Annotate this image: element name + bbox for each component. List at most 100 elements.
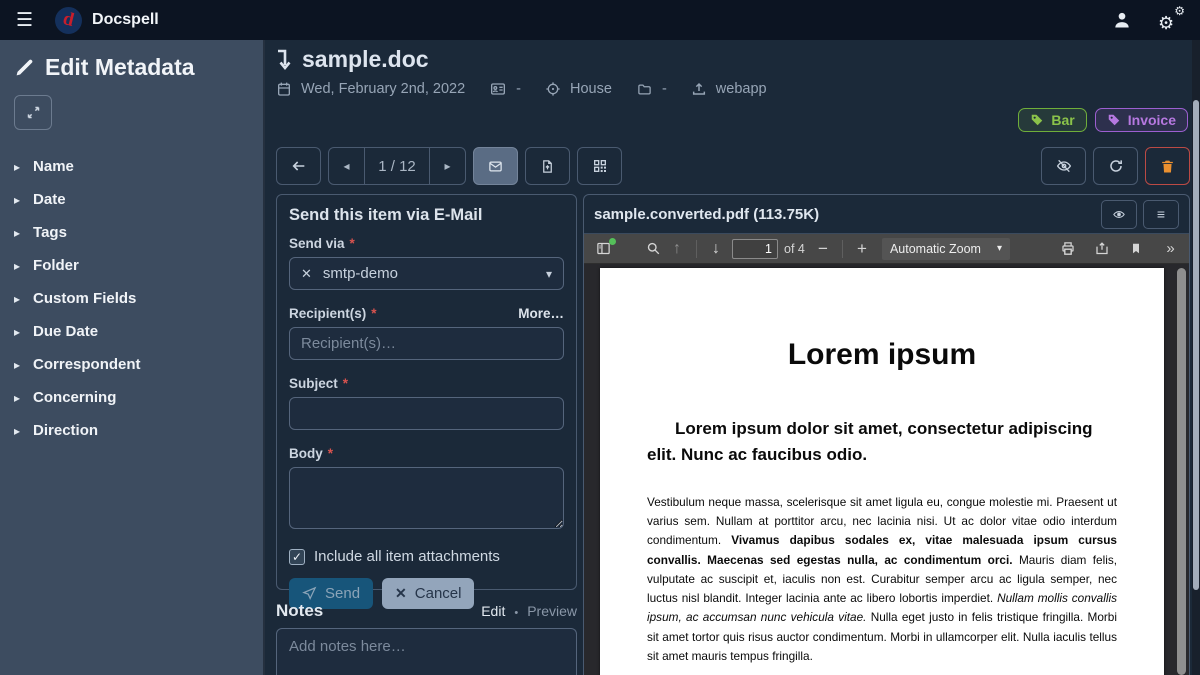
item-tags: Bar Invoice bbox=[1018, 108, 1188, 132]
sidebar-item-folder[interactable]: ▸Folder bbox=[14, 257, 249, 274]
arrow-left-icon bbox=[290, 158, 308, 174]
pdf-download-button[interactable] bbox=[1090, 237, 1114, 261]
sidebar-item-date[interactable]: ▸Date bbox=[14, 191, 249, 208]
id-card-icon bbox=[489, 81, 507, 97]
mail-form-title: Send this item via E-Mail bbox=[289, 206, 564, 225]
item-correspondent: - bbox=[516, 81, 521, 97]
sidebar-item-custom-fields[interactable]: ▸Custom Fields bbox=[14, 290, 249, 307]
pdf-page: Lorem ipsum Lorem ipsum dolor sit amet, … bbox=[600, 268, 1164, 675]
caret-right-icon: ▸ bbox=[14, 227, 20, 239]
pdf-page-input[interactable] bbox=[732, 239, 778, 259]
item-date: Wed, February 2nd, 2022 bbox=[301, 81, 465, 97]
attachments-checkbox[interactable]: ✓ bbox=[289, 549, 305, 565]
unconfirm-button[interactable] bbox=[1041, 147, 1086, 185]
pdf-prev-page-button[interactable]: ↑ bbox=[665, 237, 689, 261]
sidebar-item-direction[interactable]: ▸Direction bbox=[14, 422, 249, 439]
send-via-value: smtp-demo bbox=[323, 265, 398, 282]
top-bar: ☰ d Docspell ⚙⚙ bbox=[0, 0, 1200, 40]
sidebar-item-correspondent[interactable]: ▸Correspondent bbox=[14, 356, 249, 373]
notes-textarea[interactable]: Add notes here… bbox=[276, 628, 577, 675]
prev-page-button[interactable]: ◂ bbox=[329, 148, 365, 184]
attachment-view-button[interactable] bbox=[1101, 200, 1137, 229]
page-indicator: 1 / 12 bbox=[365, 148, 429, 184]
eye-slash-icon bbox=[1055, 158, 1073, 174]
settings-gears-icon[interactable]: ⚙⚙ bbox=[1158, 8, 1184, 32]
notification-dot bbox=[609, 238, 616, 245]
item-toolbar: ◂ 1 / 12 ▸ bbox=[276, 147, 622, 185]
expand-button[interactable] bbox=[14, 95, 52, 130]
pdf-bookmark-button[interactable] bbox=[1124, 237, 1148, 261]
pdf-zoom-in-button[interactable]: + bbox=[850, 237, 874, 261]
pdf-zoom-out-button[interactable]: − bbox=[811, 237, 835, 261]
hamburger-menu-icon[interactable]: ☰ bbox=[16, 9, 33, 32]
sidebar-item-concerning[interactable]: ▸Concerning bbox=[14, 389, 249, 406]
edit-metadata-sidebar: Edit Metadata ▸Name ▸Date ▸Tags ▸Folder … bbox=[0, 40, 265, 675]
pdf-print-button[interactable] bbox=[1056, 237, 1080, 261]
caret-right-icon: ▸ bbox=[14, 425, 20, 437]
sidebar-title: Edit Metadata bbox=[45, 54, 195, 81]
folder-icon bbox=[636, 82, 653, 97]
pdf-sidebar-toggle-button[interactable] bbox=[591, 237, 615, 261]
subject-input[interactable] bbox=[289, 397, 564, 430]
subject-label: Subject bbox=[289, 376, 338, 391]
back-button[interactable] bbox=[276, 147, 321, 185]
sidebar-item-due-date[interactable]: ▸Due Date bbox=[14, 323, 249, 340]
download-icon bbox=[1094, 241, 1110, 256]
tag-icon bbox=[1030, 113, 1044, 127]
qr-code-button[interactable] bbox=[577, 147, 622, 185]
send-via-label: Send via bbox=[289, 236, 345, 251]
calendar-icon bbox=[276, 81, 292, 97]
item-meta-row: Wed, February 2nd, 2022 - House - webapp bbox=[276, 81, 767, 97]
tag-bar[interactable]: Bar bbox=[1018, 108, 1086, 132]
item-toolbar-right bbox=[1041, 147, 1190, 185]
envelope-icon bbox=[487, 159, 504, 174]
attachment-menu-button[interactable]: ≡ bbox=[1143, 200, 1179, 229]
magnifier-icon bbox=[646, 241, 661, 256]
tag-invoice[interactable]: Invoice bbox=[1095, 108, 1188, 132]
sidebar-item-tags[interactable]: ▸Tags bbox=[14, 224, 249, 241]
add-files-button[interactable] bbox=[525, 147, 570, 185]
caret-right-icon: ▸ bbox=[14, 260, 20, 272]
document-lead-paragraph: Lorem ipsum dolor sit amet, consectetur … bbox=[647, 416, 1117, 467]
docspell-logo: d bbox=[55, 7, 82, 34]
paper-plane-icon bbox=[302, 586, 317, 601]
page-scrollbar[interactable] bbox=[1192, 40, 1200, 675]
pdf-zoom-select[interactable]: Automatic Zoom ▾ bbox=[882, 238, 1010, 260]
delete-button[interactable] bbox=[1145, 147, 1190, 185]
send-via-select[interactable]: ✕ smtp-demo ▾ bbox=[289, 257, 564, 290]
level-down-arrow-icon bbox=[276, 49, 293, 71]
send-mail-form: Send this item via E-Mail Send via* ✕ sm… bbox=[276, 194, 577, 590]
send-mail-button[interactable] bbox=[473, 147, 518, 185]
next-page-button[interactable]: ▸ bbox=[429, 148, 465, 184]
reprocess-button[interactable] bbox=[1093, 147, 1138, 185]
sidebar-item-name[interactable]: ▸Name bbox=[14, 158, 249, 175]
attachment-title: sample.converted.pdf (113.75K) bbox=[594, 206, 819, 223]
item-title-row: sample.doc bbox=[276, 46, 429, 73]
clear-selection-icon[interactable]: ✕ bbox=[301, 266, 312, 282]
attachments-checkbox-label: Include all item attachments bbox=[314, 548, 500, 565]
eye-icon bbox=[1111, 208, 1127, 221]
pdf-scrollbar[interactable] bbox=[1177, 268, 1186, 675]
trash-icon bbox=[1160, 158, 1175, 175]
pdf-next-page-button[interactable]: ↓ bbox=[704, 237, 728, 261]
document-paragraph: Vestibulum neque massa, scelerisque sit … bbox=[647, 493, 1117, 666]
chevron-down-icon: ▾ bbox=[997, 243, 1002, 254]
notes-preview-tab[interactable]: Preview bbox=[527, 603, 577, 619]
close-icon: ✕ bbox=[395, 585, 407, 602]
pdf-search-button[interactable] bbox=[641, 237, 665, 261]
recipients-input[interactable] bbox=[289, 327, 564, 360]
recipients-label: Recipient(s) bbox=[289, 306, 366, 321]
more-recipients-link[interactable]: More… bbox=[518, 306, 564, 321]
notes-edit-tab[interactable]: Edit bbox=[481, 603, 505, 619]
document-heading: Lorem ipsum bbox=[647, 338, 1117, 372]
pdf-more-tools-button[interactable]: » bbox=[1158, 237, 1182, 261]
user-icon[interactable] bbox=[1112, 10, 1132, 30]
printer-icon bbox=[1060, 241, 1076, 256]
bookmark-icon bbox=[1130, 241, 1142, 256]
refresh-icon bbox=[1108, 158, 1124, 174]
caret-right-icon: ▸ bbox=[14, 161, 20, 173]
app-title: Docspell bbox=[92, 11, 159, 29]
docspell-app: ☰ d Docspell ⚙⚙ Edit Metadata ▸Name ▸Dat… bbox=[0, 0, 1200, 675]
item-source: webapp bbox=[716, 81, 767, 97]
body-textarea[interactable] bbox=[289, 467, 564, 529]
